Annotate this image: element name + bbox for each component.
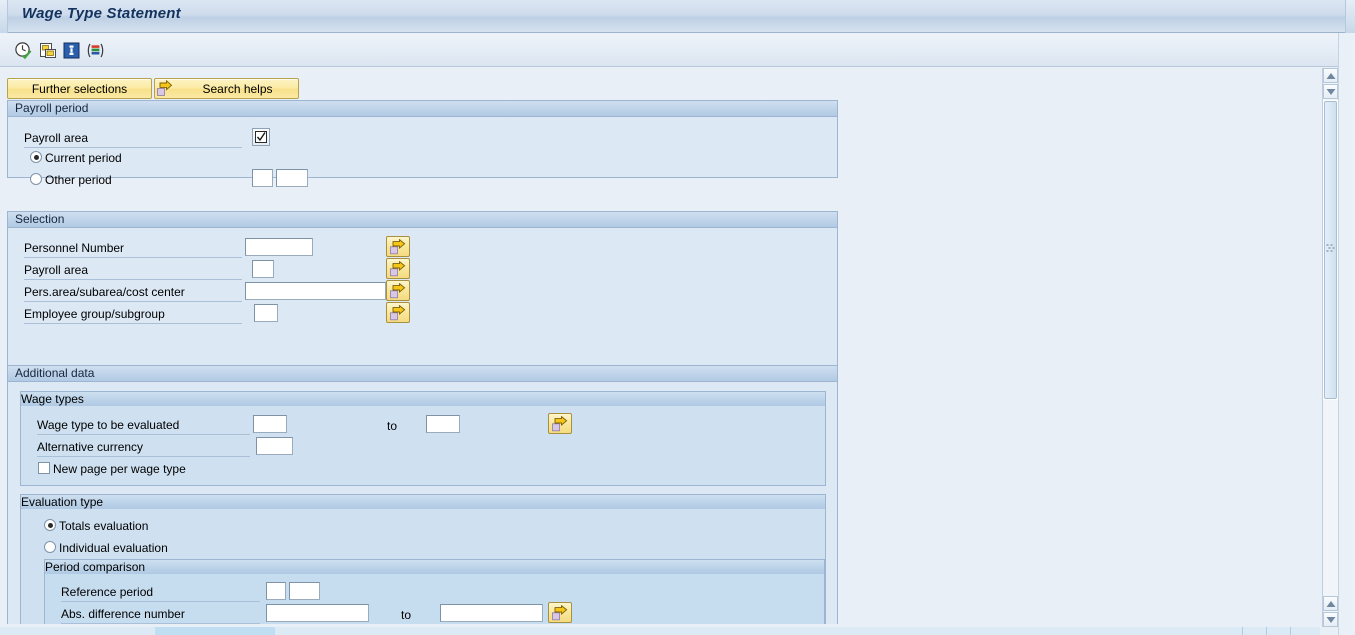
search-helps-button[interactable]: Search helps <box>154 78 299 99</box>
radio-individual-evaluation[interactable] <box>44 541 56 553</box>
personnel-number-multi-select-button[interactable] <box>386 236 410 257</box>
execute-clock-icon[interactable] <box>14 41 33 60</box>
wage-type-from-input[interactable] <box>253 415 287 433</box>
window-title-bar: Wage Type Statement <box>0 0 1355 33</box>
employee-group-multi-select-button[interactable] <box>386 302 410 323</box>
abs-difference-number-label: Abs. difference number <box>61 607 260 624</box>
search-helps-label: Search helps <box>202 81 273 96</box>
wage-types-title: Wage types <box>21 392 825 406</box>
inner-scroll-up-button[interactable] <box>1323 68 1338 83</box>
arrow-right-icon <box>157 79 174 97</box>
totals-evaluation-label: Totals evaluation <box>59 519 149 533</box>
other-period-input-1[interactable] <box>252 169 273 187</box>
reference-period-input-1[interactable] <box>266 582 286 600</box>
alternative-currency-label: Alternative currency <box>37 440 250 457</box>
payroll-area-selection-input[interactable] <box>252 260 274 278</box>
personnel-number-input[interactable] <box>245 238 313 256</box>
horizontal-scrollbar-thumb[interactable] <box>155 627 275 635</box>
window-right-edge <box>1338 33 1355 635</box>
individual-evaluation-label: Individual evaluation <box>59 541 168 555</box>
scrollbar-grip-icon <box>1326 242 1335 256</box>
radio-totals-evaluation[interactable] <box>44 519 56 531</box>
personnel-number-label: Personnel Number <box>24 241 242 258</box>
abs-difference-from-input[interactable] <box>266 604 369 622</box>
evaluation-type-group: Evaluation type Totals evaluation Indivi… <box>20 494 826 624</box>
additional-data-group: Additional data Wage types Wage type to … <box>7 365 838 624</box>
radio-current-period[interactable] <box>30 151 42 163</box>
payroll-period-body: Payroll area Current period Other period <box>8 117 837 187</box>
payroll-period-title: Payroll period <box>8 101 837 117</box>
inner-scrollbar-thumb[interactable] <box>1324 101 1337 399</box>
inner-vertical-scrollbar[interactable] <box>1322 68 1338 627</box>
wage-type-to-be-evaluated-label: Wage type to be evaluated <box>37 418 250 435</box>
selection-title: Selection <box>8 212 837 228</box>
column-variant-icon[interactable] <box>86 41 105 60</box>
further-selections-button[interactable]: Further selections <box>7 78 152 99</box>
current-period-label: Current period <box>45 151 122 165</box>
title-bar-right-edge <box>1345 0 1355 33</box>
period-comparison-body: Reference period Abs. difference number … <box>45 574 824 624</box>
new-page-per-wage-type-label: New page per wage type <box>53 462 186 476</box>
employee-group-subgroup-input[interactable] <box>254 304 278 322</box>
title-bar-left-edge <box>0 0 8 33</box>
wage-type-to-input[interactable] <box>426 415 460 433</box>
additional-data-title: Additional data <box>8 366 837 382</box>
payroll-period-group: Payroll period Payroll area Current peri… <box>7 100 838 187</box>
evaluation-type-title: Evaluation type <box>21 495 825 509</box>
other-period-label: Other period <box>45 173 112 187</box>
period-comparison-group: Period comparison Reference period Abs. … <box>44 559 825 624</box>
pers-area-multi-select-button[interactable] <box>386 280 410 301</box>
copy-variant-icon[interactable] <box>39 41 58 60</box>
employee-group-subgroup-label: Employee group/subgroup <box>24 307 242 324</box>
payroll-area-label: Payroll area <box>24 131 242 148</box>
reference-period-input-2[interactable] <box>289 582 320 600</box>
info-icon[interactable] <box>62 41 81 60</box>
abs-difference-multi-select-button[interactable] <box>548 602 572 623</box>
alternative-currency-input[interactable] <box>256 437 293 455</box>
payroll-area-multi-select-button[interactable] <box>386 258 410 279</box>
radio-other-period[interactable] <box>30 173 42 185</box>
evaluation-type-body: Totals evaluation Individual evaluation … <box>21 509 825 624</box>
new-page-per-wage-type-checkbox[interactable] <box>38 462 50 474</box>
abs-difference-to-input[interactable] <box>440 604 543 622</box>
horizontal-scrollbar-ticks <box>1220 627 1320 635</box>
page-scroll-down-button[interactable] <box>1323 612 1338 627</box>
wage-types-group: Wage types Wage type to be evaluated to … <box>20 391 826 486</box>
selection-screen-canvas: Further selections Search helps Payroll … <box>0 68 1322 624</box>
period-comparison-title: Period comparison <box>45 560 824 574</box>
page-title: Wage Type Statement <box>22 5 181 22</box>
wage-types-body: Wage type to be evaluated to Alternative… <box>21 406 825 483</box>
payroll-area-checkbox-button[interactable] <box>252 128 270 146</box>
page-scroll-up-button[interactable] <box>1323 596 1338 611</box>
reference-period-label: Reference period <box>61 585 260 602</box>
horizontal-scrollbar[interactable] <box>0 627 1320 635</box>
wage-type-multi-select-button[interactable] <box>548 413 572 434</box>
pers-area-subarea-cost-center-input[interactable] <box>245 282 386 300</box>
other-period-input-2[interactable] <box>276 169 308 187</box>
pers-area-subarea-cost-center-label: Pers.area/subarea/cost center <box>24 285 242 302</box>
application-toolbar: © www.tutorialkart.com <box>0 34 1355 98</box>
inner-scroll-down-button[interactable] <box>1323 84 1338 99</box>
wage-type-to-label: to <box>387 419 398 433</box>
payroll-area-selection-label: Payroll area <box>24 263 242 280</box>
additional-data-body: Wage types Wage type to be evaluated to … <box>8 382 837 624</box>
abs-difference-to-label: to <box>401 608 412 622</box>
